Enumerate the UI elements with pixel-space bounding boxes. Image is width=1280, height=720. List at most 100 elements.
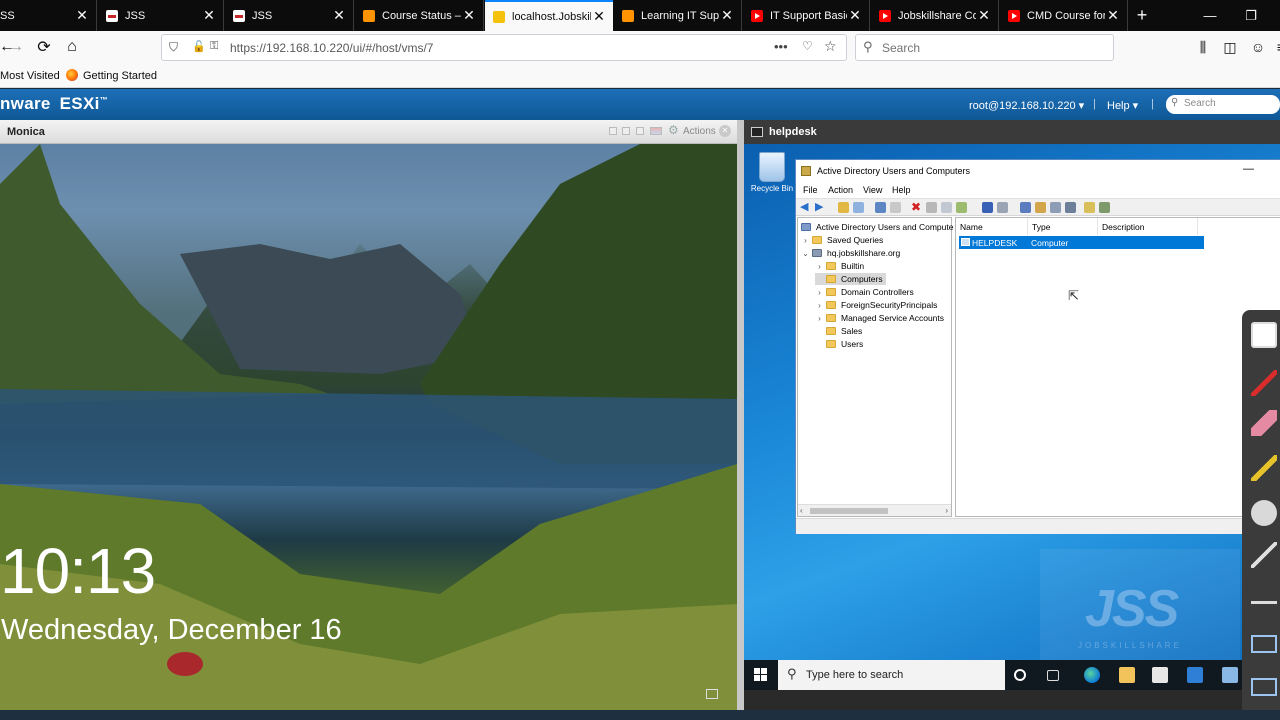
eraser-icon[interactable] (1251, 410, 1277, 436)
shield-icon[interactable]: ⛉ (169, 40, 178, 55)
filter-icon[interactable] (1065, 202, 1076, 213)
close-tab-icon[interactable]: ✕ (461, 7, 477, 24)
tree-node[interactable]: ⌄ hq.jobskillshare.org (801, 247, 900, 259)
windows-desktop[interactable]: Recycle Bin Active Directory Users and C… (744, 144, 1280, 660)
export-list-icon[interactable] (956, 202, 967, 213)
expand-chevron-icon[interactable]: › (815, 301, 824, 310)
close-tab-icon[interactable]: ✕ (331, 7, 347, 24)
menu-help[interactable]: Help (892, 185, 911, 195)
tree-node[interactable]: › ForeignSecurityPrincipals (815, 299, 937, 311)
pocket-icon[interactable]: ♡ (802, 39, 813, 53)
properties-icon[interactable] (926, 202, 937, 213)
browser-tab-active[interactable]: localhost.Jobskill ✕ (485, 0, 613, 31)
file-explorer-icon[interactable] (1119, 667, 1135, 683)
notepad-icon[interactable] (1251, 322, 1277, 348)
column-header-description[interactable]: Description (1098, 218, 1198, 235)
new-tab-button[interactable]: + (1128, 0, 1156, 31)
bookmark-star-icon[interactable]: ☆ (824, 38, 837, 55)
column-header-name[interactable]: Name (956, 218, 1028, 235)
esxi-search-input[interactable]: ⚲ Search (1166, 95, 1280, 114)
pen-icon[interactable] (1251, 542, 1277, 568)
close-console-icon[interactable]: ✕ (719, 125, 731, 137)
forward-arrow-icon[interactable]: ▶ (815, 200, 826, 213)
up-folder-icon[interactable] (838, 202, 849, 213)
edge-browser-icon[interactable] (1084, 667, 1100, 683)
user-menu[interactable]: root@192.168.10.220 ▾ (969, 99, 1084, 112)
home-icon[interactable]: ⌂ (59, 35, 85, 59)
tree-node-selected[interactable]: Computers (815, 273, 886, 285)
help-menu[interactable]: Help ▾ (1107, 99, 1138, 112)
cortana-icon[interactable] (1014, 669, 1026, 681)
new-group-icon[interactable] (1035, 202, 1046, 213)
windows-lock-screen[interactable]: 10:13 Wednesday, December 16 (0, 144, 737, 710)
browser-tab[interactable]: SS ✕ (0, 0, 97, 31)
menu-icon[interactable]: ≡ (1268, 35, 1280, 59)
url-bar[interactable]: ⛉ 🔓 ⚿ https://192.168.10.220/ui/#/host/v… (161, 34, 847, 61)
scrollbar-thumb[interactable] (810, 508, 888, 514)
close-tab-icon[interactable]: ✕ (847, 7, 863, 24)
actions-menu[interactable]: Actions (683, 126, 716, 137)
collapse-chevron-icon[interactable]: ⌄ (801, 249, 810, 258)
browser-tab[interactable]: JSS ✕ (225, 0, 354, 31)
reload-icon[interactable]: ⟳ (31, 35, 57, 59)
expand-chevron-icon[interactable]: › (815, 314, 824, 323)
taskbar-search-box[interactable]: ⚲ Type here to search (778, 660, 1005, 690)
browser-tab[interactable]: JSS ✕ (98, 0, 224, 31)
expand-chevron-icon[interactable]: › (815, 262, 824, 271)
tree-node[interactable]: Active Directory Users and Compute (801, 221, 953, 233)
tree-node[interactable]: › Saved Queries (801, 234, 883, 246)
highlighter-icon[interactable] (1251, 455, 1277, 481)
new-ou-icon[interactable] (1050, 202, 1061, 213)
network-icon[interactable] (706, 689, 718, 699)
tree-node[interactable]: › Domain Controllers (815, 286, 914, 298)
browser-tab[interactable]: Course Status – J ✕ (355, 0, 484, 31)
add-to-group-icon[interactable] (1099, 202, 1110, 213)
window-capture-icon[interactable] (1251, 678, 1277, 696)
panel-splitter[interactable] (737, 120, 744, 710)
new-user-icon[interactable] (1020, 202, 1031, 213)
forward-icon[interactable]: → (3, 35, 29, 59)
close-tab-icon[interactable]: ✕ (591, 8, 607, 25)
back-arrow-icon[interactable]: ◀ (800, 200, 811, 213)
column-header-type[interactable]: Type (1028, 218, 1098, 235)
tree-node[interactable]: › Builtin (815, 260, 864, 272)
close-tab-icon[interactable]: ✕ (1105, 7, 1121, 24)
window-minimize-icon[interactable]: — (1243, 163, 1254, 175)
close-tab-icon[interactable]: ✕ (201, 7, 217, 24)
screen-capture-icon[interactable] (1251, 635, 1277, 653)
mail-icon[interactable] (1187, 667, 1203, 683)
cut-icon[interactable] (875, 202, 886, 213)
close-tab-icon[interactable]: ✕ (719, 7, 735, 24)
recycle-bin-desktop-item[interactable]: Recycle Bin (750, 152, 794, 193)
tree-node[interactable]: Sales (815, 325, 862, 337)
library-icon[interactable]: ⫼ (1190, 35, 1216, 59)
console-fullscreen-icon[interactable] (636, 127, 644, 135)
menu-action[interactable]: Action (828, 185, 853, 195)
bookmark-most-visited[interactable]: Most Visited (0, 70, 60, 82)
insecure-lock-icon[interactable]: 🔓 (192, 40, 206, 53)
list-item-selected[interactable]: HELPDESK Computer (959, 236, 1204, 249)
more-actions-icon[interactable]: ••• (774, 39, 788, 54)
browser-search-input[interactable]: ⚲ Search (855, 34, 1114, 61)
console-window-icon[interactable] (622, 127, 630, 135)
menu-view[interactable]: View (863, 185, 882, 195)
pointer-cursor-icon[interactable] (1251, 500, 1277, 526)
console-fit-icon[interactable] (609, 127, 617, 135)
find-icon[interactable] (1084, 202, 1095, 213)
task-view-icon[interactable] (1047, 670, 1059, 681)
help-book-icon[interactable] (982, 202, 993, 213)
bookmark-getting-started[interactable]: Getting Started (83, 70, 157, 82)
copy-icon[interactable] (890, 202, 901, 213)
close-tab-icon[interactable]: ✕ (976, 7, 992, 24)
console-view-icon[interactable] (997, 202, 1008, 213)
key-icon[interactable]: ⚿ (210, 40, 218, 53)
expand-chevron-icon[interactable]: › (815, 288, 824, 297)
delete-icon[interactable]: ✖ (911, 200, 922, 214)
keyboard-flag-icon[interactable] (650, 127, 662, 135)
horizontal-scrollbar[interactable]: ‹ › (798, 504, 951, 516)
windows-start-icon[interactable] (754, 668, 768, 682)
show-tree-icon[interactable] (853, 202, 864, 213)
window-title-bar[interactable]: Active Directory Users and Computers — (796, 160, 1280, 182)
browser-tab[interactable]: Learning IT Supp ✕ (614, 0, 742, 31)
scroll-right-icon[interactable]: › (945, 506, 948, 515)
